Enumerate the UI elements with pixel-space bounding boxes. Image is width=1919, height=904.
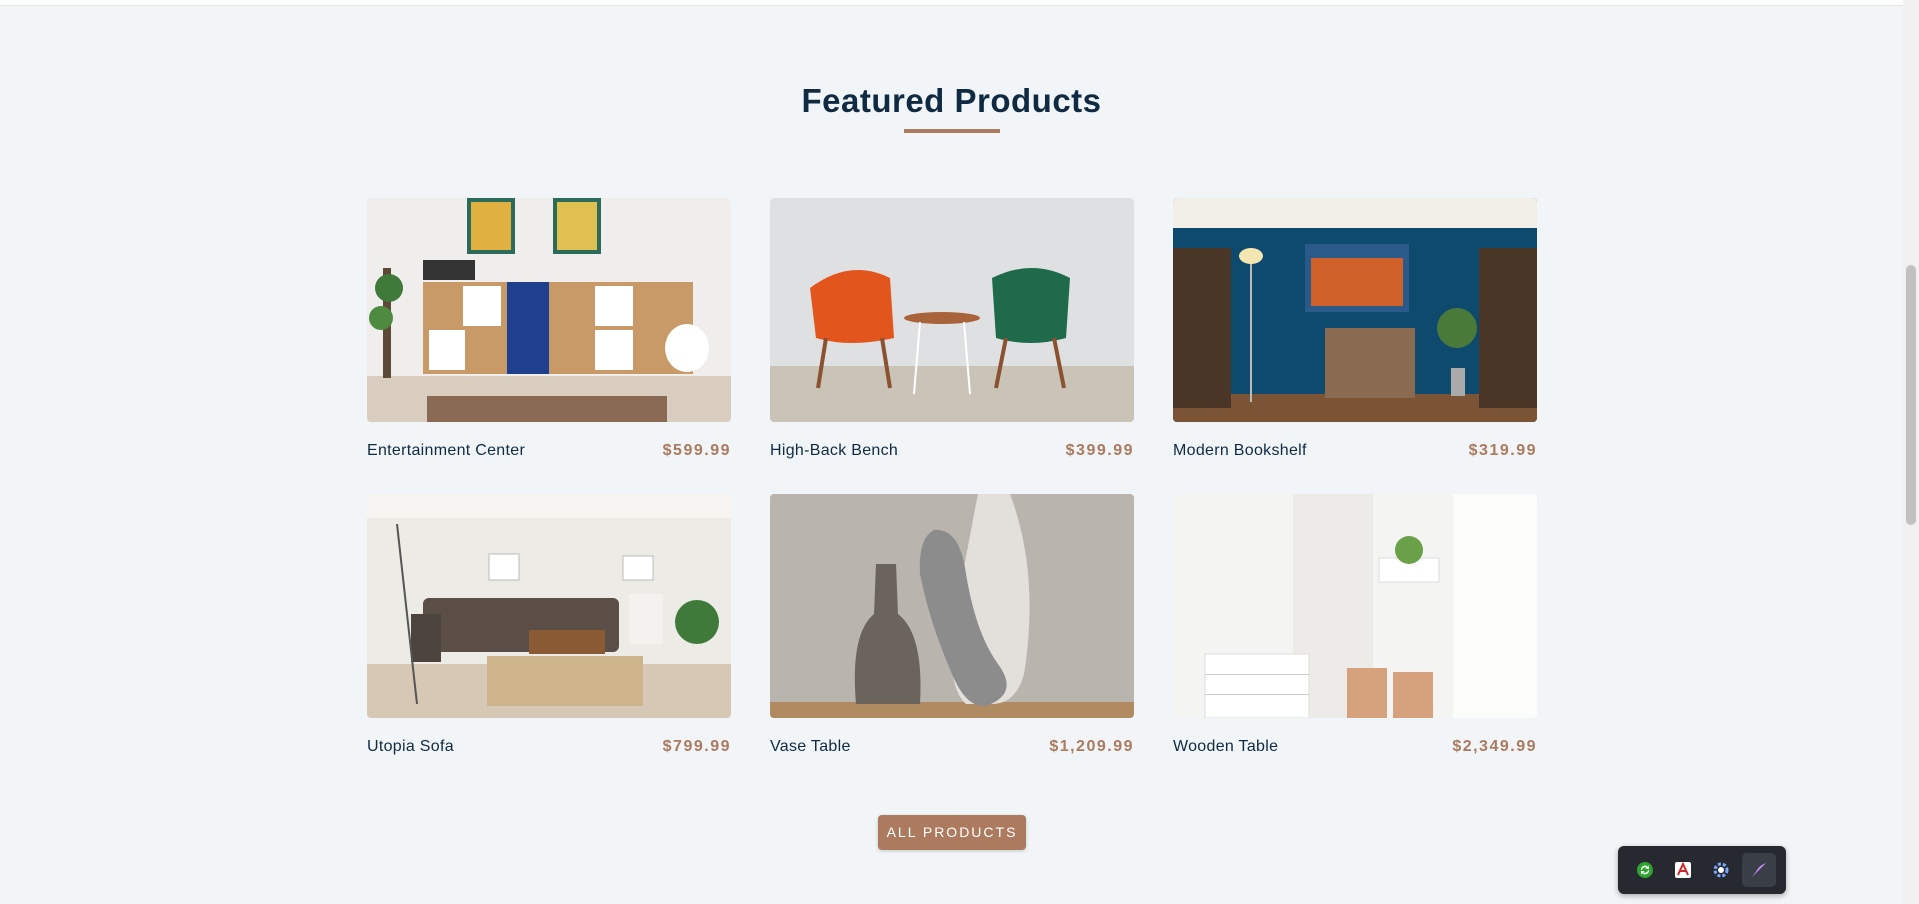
product-image[interactable] — [367, 198, 731, 422]
product-card[interactable]: High-Back Bench $399.99 — [770, 198, 1134, 461]
pdf-button[interactable] — [1666, 853, 1700, 887]
product-card[interactable]: Utopia Sofa $799.99 — [367, 494, 731, 757]
product-price: $2,349.99 — [1452, 738, 1537, 755]
product-card[interactable]: Wooden Table $2,349.99 — [1173, 494, 1537, 757]
product-image[interactable] — [770, 198, 1134, 422]
product-name: High-Back Bench — [770, 442, 899, 459]
product-image[interactable] — [770, 494, 1134, 718]
wooden-table-image — [1173, 494, 1537, 718]
product-image[interactable] — [367, 494, 731, 718]
page-top-bar — [0, 0, 1903, 6]
product-price: $319.99 — [1468, 442, 1537, 459]
product-price: $399.99 — [1065, 442, 1134, 459]
product-name: Modern Bookshelf — [1173, 442, 1307, 459]
pdf-icon — [1675, 861, 1691, 878]
settings-button[interactable] — [1704, 853, 1738, 887]
feather-pen-icon — [1752, 863, 1766, 877]
product-card[interactable]: Entertainment Center $599.99 — [367, 198, 731, 461]
product-price: $799.99 — [662, 738, 731, 755]
entertainment-center-image — [367, 198, 731, 422]
feather-button[interactable] — [1742, 853, 1776, 887]
sync-icon — [1637, 862, 1653, 878]
modern-bookshelf-image — [1173, 198, 1537, 422]
product-name: Wooden Table — [1173, 738, 1279, 755]
high-back-bench-image — [770, 198, 1134, 422]
all-products-button[interactable]: All Products — [878, 815, 1026, 850]
product-name: Vase Table — [770, 738, 851, 755]
sync-button[interactable] — [1628, 853, 1662, 887]
product-image[interactable] — [1173, 494, 1537, 718]
product-name: Entertainment Center — [367, 442, 526, 459]
vase-table-image — [770, 494, 1134, 718]
product-price: $1,209.99 — [1049, 738, 1134, 755]
scrollbar-thumb[interactable] — [1906, 265, 1916, 525]
product-price: $599.99 — [662, 442, 731, 459]
title-underline — [904, 129, 1000, 133]
page-scrollbar[interactable] — [1903, 0, 1919, 904]
section-title: Featured Products — [801, 82, 1102, 119]
extension-toolbar — [1618, 846, 1786, 894]
product-image[interactable] — [1173, 198, 1537, 422]
product-name: Utopia Sofa — [367, 738, 454, 755]
product-card[interactable]: Modern Bookshelf $319.99 — [1173, 198, 1537, 461]
settings-gear-icon — [1713, 862, 1729, 878]
utopia-sofa-image — [367, 494, 731, 718]
product-card[interactable]: Vase Table $1,209.99 — [770, 494, 1134, 757]
